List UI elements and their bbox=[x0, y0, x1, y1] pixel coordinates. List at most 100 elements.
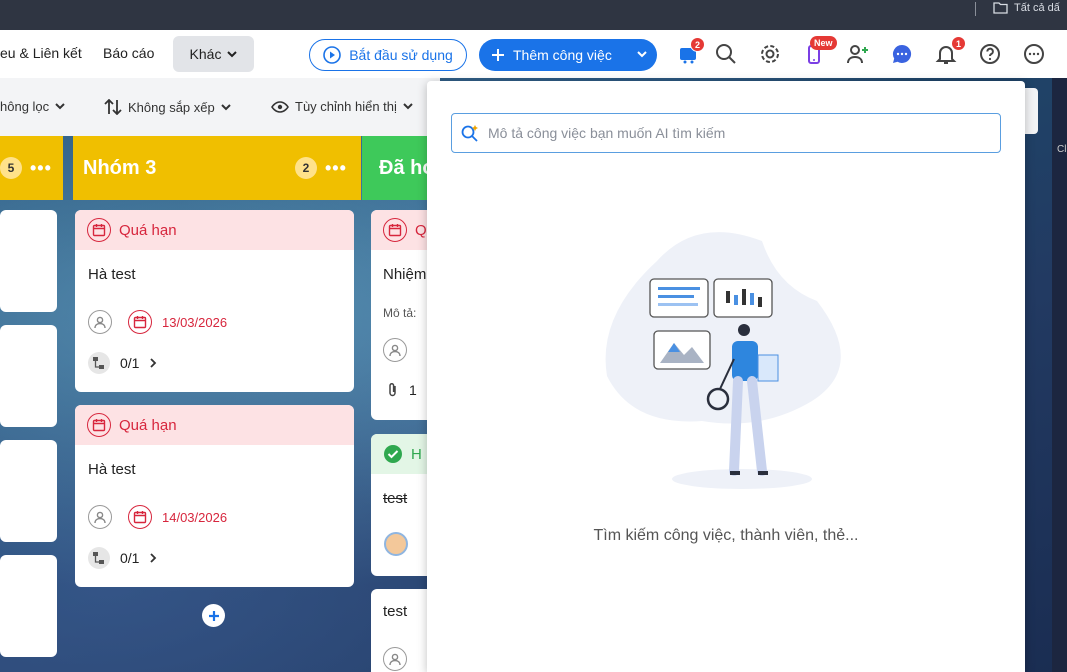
start-guide-button[interactable]: Bắt đầu sử dụng bbox=[309, 39, 467, 71]
search-icon bbox=[716, 44, 736, 64]
task-title[interactable]: test bbox=[371, 589, 433, 620]
settings-button[interactable] bbox=[757, 41, 783, 67]
task-card[interactable]: Quá hạn Hà test 14/03/2026 0/1 bbox=[75, 405, 354, 587]
subtask-count: 0/1 bbox=[120, 550, 140, 566]
nav-links-item[interactable]: eu & Liên kết bbox=[0, 45, 82, 61]
task-card[interactable] bbox=[0, 555, 57, 657]
sort-dropdown[interactable]: Không sắp xếp bbox=[104, 99, 231, 115]
column-menu-icon[interactable]: ••• bbox=[30, 158, 52, 179]
search-panel: Tìm kiếm công việc, thành viên, thẻ... bbox=[427, 81, 1025, 672]
task-card[interactable]: test bbox=[371, 589, 433, 672]
add-card-button[interactable] bbox=[202, 604, 225, 627]
chevron-down-icon bbox=[221, 103, 231, 110]
column-title[interactable]: Nhóm 3 bbox=[83, 157, 156, 180]
subtask-row[interactable]: 0/1 bbox=[88, 352, 157, 374]
divider bbox=[975, 2, 976, 16]
column-menu-icon[interactable]: ••• bbox=[325, 158, 347, 179]
task-meta-row bbox=[383, 338, 407, 362]
eye-gear-icon bbox=[271, 100, 289, 113]
status-banner: Q bbox=[371, 210, 433, 250]
ai-search-icon bbox=[461, 125, 478, 142]
column-count: 2 bbox=[295, 157, 317, 179]
display-settings-dropdown[interactable]: Tùy chỉnh hiển thị bbox=[271, 99, 413, 114]
add-task-button[interactable]: Thêm công việc bbox=[479, 39, 657, 71]
add-task-label: Thêm công việc bbox=[513, 47, 612, 63]
attachment-row[interactable]: 1 bbox=[387, 382, 417, 398]
search-illustration bbox=[605, 232, 841, 489]
nav-more-button[interactable]: Khác bbox=[173, 36, 254, 72]
assignee-icon[interactable] bbox=[88, 505, 112, 529]
more-horizontal-icon bbox=[1024, 44, 1044, 64]
filter-toolbar: hông lọc Không sắp xếp Tùy chỉnh hiển th… bbox=[0, 78, 440, 136]
search-button[interactable] bbox=[713, 41, 739, 67]
display-settings-label: Tùy chỉnh hiển thị bbox=[295, 99, 397, 114]
filter-label: hông lọc bbox=[0, 99, 50, 114]
add-user-icon bbox=[847, 45, 868, 64]
subtask-icon bbox=[88, 547, 110, 569]
folder-icon bbox=[993, 2, 1008, 14]
task-card[interactable] bbox=[0, 440, 57, 542]
chevron-right-icon bbox=[150, 358, 157, 368]
chevron-down-icon bbox=[55, 103, 65, 110]
task-meta-row: 14/03/2026 bbox=[88, 505, 227, 529]
nav-more-label: Khác bbox=[189, 46, 222, 62]
cart-badge: 2 bbox=[690, 37, 705, 52]
play-circle-icon bbox=[323, 46, 342, 64]
start-guide-label: Bắt đầu sử dụng bbox=[349, 47, 453, 63]
due-date: 14/03/2026 bbox=[162, 509, 228, 525]
task-description-label: Mô tả: bbox=[383, 306, 417, 320]
chevron-right-icon bbox=[150, 553, 157, 563]
task-meta-row: 13/03/2026 bbox=[88, 310, 227, 334]
due-date-icon[interactable] bbox=[128, 310, 152, 334]
filter-dropdown[interactable]: hông lọc bbox=[0, 99, 65, 114]
task-title[interactable]: Hà test bbox=[75, 250, 354, 283]
chat-button[interactable] bbox=[889, 41, 915, 67]
status-banner: Quá hạn bbox=[75, 405, 354, 445]
task-card[interactable]: Quá hạn Hà test 13/03/2026 0/1 bbox=[75, 210, 354, 392]
add-member-button[interactable] bbox=[845, 41, 871, 67]
ai-search-box[interactable] bbox=[451, 113, 1001, 153]
status-label: Quá hạn bbox=[119, 221, 177, 239]
sort-icon bbox=[104, 99, 122, 115]
notification-badge: 1 bbox=[951, 36, 966, 51]
task-card[interactable]: Q Nhiệm Mô tả: 1 bbox=[371, 210, 433, 420]
status-label: Q bbox=[415, 221, 427, 239]
plus-icon bbox=[208, 610, 219, 621]
chevron-down-icon bbox=[403, 103, 413, 110]
status-banner: Quá hạn bbox=[75, 210, 354, 250]
help-icon bbox=[980, 44, 1000, 64]
subtask-row[interactable]: 0/1 bbox=[88, 547, 157, 569]
new-badge: New bbox=[810, 36, 837, 50]
chat-icon bbox=[892, 44, 912, 63]
column-header-group3: Nhóm 3 2 ••• bbox=[73, 136, 361, 200]
task-title[interactable]: Nhiệm bbox=[371, 250, 433, 283]
status-banner: H bbox=[371, 434, 433, 474]
task-title[interactable]: Hà test bbox=[75, 445, 354, 478]
empty-state-text: Tìm kiếm công việc, thành viên, thẻ... bbox=[593, 527, 859, 544]
toolbar-edge bbox=[1025, 88, 1038, 134]
app-header: eu & Liên kết Báo cáo Khác Bắt đầu sử dụ… bbox=[0, 30, 1067, 78]
task-card[interactable] bbox=[0, 210, 57, 312]
nav-report-item[interactable]: Báo cáo bbox=[103, 45, 154, 61]
help-button[interactable] bbox=[977, 41, 1003, 67]
column-title[interactable]: Đã hoà bbox=[379, 157, 432, 180]
more-options-button[interactable] bbox=[1021, 41, 1047, 67]
task-title[interactable]: test bbox=[371, 474, 433, 507]
bookmark-folder[interactable]: Tất cả dấ bbox=[993, 1, 1060, 14]
status-label: Quá hạn bbox=[119, 416, 177, 434]
assignee-icon[interactable] bbox=[88, 310, 112, 334]
task-meta-row bbox=[383, 647, 407, 671]
ai-search-input[interactable] bbox=[488, 125, 988, 141]
gear-icon bbox=[761, 45, 779, 63]
task-card[interactable] bbox=[0, 325, 57, 427]
avatar[interactable] bbox=[384, 532, 408, 556]
chevron-down-icon[interactable] bbox=[637, 47, 647, 61]
calendar-icon bbox=[383, 218, 407, 242]
calendar-icon bbox=[87, 218, 111, 242]
due-date-icon[interactable] bbox=[128, 505, 152, 529]
task-card[interactable]: H test bbox=[371, 434, 433, 576]
column-header-previous: 5 ••• bbox=[0, 136, 63, 200]
check-circle-icon bbox=[384, 445, 402, 463]
assignee-icon[interactable] bbox=[383, 338, 407, 362]
assignee-icon[interactable] bbox=[383, 647, 407, 671]
